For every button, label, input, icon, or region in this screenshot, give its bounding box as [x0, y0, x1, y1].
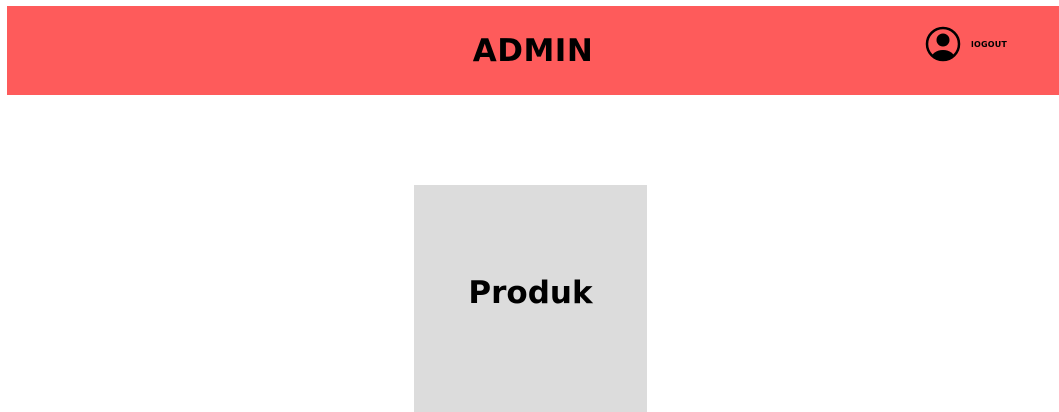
- header-bar: ADMIN lOGOUT: [7, 6, 1059, 95]
- logout-button[interactable]: lOGOUT: [925, 26, 1007, 62]
- produk-card-label: Produk: [468, 274, 593, 311]
- produk-card[interactable]: Produk: [414, 185, 647, 412]
- user-avatar-icon[interactable]: [925, 26, 961, 62]
- admin-page: ADMIN lOGOUT Produk: [0, 0, 1059, 412]
- logout-label[interactable]: lOGOUT: [971, 40, 1007, 49]
- page-title: ADMIN: [472, 33, 594, 69]
